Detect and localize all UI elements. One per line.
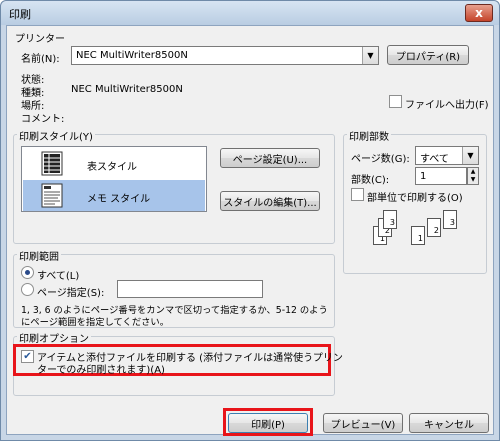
page-icon: 3 <box>443 210 457 229</box>
type-value: NEC MultiWriter8500N <box>71 84 183 95</box>
range-all-radio[interactable] <box>21 266 34 279</box>
chevron-down-icon[interactable]: ▼ <box>468 176 478 184</box>
window-title: 印刷 <box>9 8 31 21</box>
collate-label[interactable]: 部単位で印刷する(O) <box>367 189 463 204</box>
comment-label: コメント: <box>21 114 65 125</box>
printer-name-value: NEC MultiWriter8500N <box>76 50 188 61</box>
print-style-list[interactable]: 表スタイル メモ スタイル <box>21 146 207 212</box>
attachments-checkbox[interactable]: ✔ <box>21 350 34 363</box>
copies-input[interactable]: 1 <box>415 167 467 185</box>
dialog-body: プリンター 名前(N): NEC MultiWriter8500N ▼ プロパテ… <box>6 25 494 436</box>
print-range-group-label: 印刷範囲 <box>17 248 61 263</box>
range-hint-line2: にページ範囲を指定してください。 <box>21 317 170 328</box>
pages-label: ページ数(G): <box>351 154 410 165</box>
copies-spinner[interactable]: ▲ ▼ <box>467 167 479 185</box>
chevron-down-icon[interactable]: ▼ <box>362 47 378 64</box>
print-style-group-label: 印刷スタイル(Y) <box>17 128 95 143</box>
memo-style-icon <box>41 183 63 208</box>
properties-button[interactable]: プロパティ(R) <box>387 45 469 65</box>
print-dialog: 印刷 x プリンター 名前(N): NEC MultiWriter8500N ▼… <box>0 0 500 441</box>
table-style-icon <box>41 151 63 176</box>
print-button[interactable]: 印刷(P) <box>228 413 308 433</box>
print-options-group-label: 印刷オプション <box>17 330 91 345</box>
range-all-label[interactable]: すべて(L) <box>37 267 79 282</box>
printer-name-select[interactable]: NEC MultiWriter8500N ▼ <box>71 46 379 65</box>
pages-value: すべて <box>420 154 449 165</box>
collate-checkbox[interactable] <box>351 188 364 201</box>
list-item[interactable]: メモ スタイル <box>23 180 205 211</box>
list-item-label: メモ スタイル <box>87 194 151 205</box>
chevron-down-icon[interactable]: ▼ <box>462 147 478 164</box>
page-setup-button[interactable]: ページ設定(U)... <box>220 148 320 168</box>
list-item-label: 表スタイル <box>87 162 137 173</box>
print-to-file-label[interactable]: ファイルへ出力(F) <box>405 96 489 111</box>
copies-group-label: 印刷部数 <box>347 128 391 143</box>
printer-name-label: 名前(N): <box>21 54 60 65</box>
close-button[interactable]: x <box>465 4 493 22</box>
printer-group-label: プリンター <box>15 34 65 45</box>
page-icon: 2 <box>427 218 441 237</box>
print-to-file-checkbox[interactable] <box>389 95 402 108</box>
collate-preview: 1 2 3 1 2 3 <box>367 210 467 248</box>
copies-label: 部数(C): <box>351 175 390 186</box>
title-bar[interactable]: 印刷 x <box>1 1 499 25</box>
list-item[interactable]: 表スタイル <box>23 148 205 179</box>
chevron-up-icon[interactable]: ▲ <box>468 168 478 176</box>
page-icon: 3 <box>383 210 397 229</box>
pages-select[interactable]: すべて ▼ <box>415 146 479 165</box>
cancel-button[interactable]: キャンセル <box>409 413 489 433</box>
edit-style-button[interactable]: スタイルの編集(T)... <box>220 191 320 211</box>
copies-value: 1 <box>420 171 427 182</box>
page-icon: 1 <box>411 226 425 245</box>
page-range-input[interactable] <box>117 280 263 298</box>
range-pages-label[interactable]: ページ指定(S): <box>37 284 104 299</box>
attachments-label-line2[interactable]: ターでのみ印刷されます)(A) <box>37 361 165 376</box>
preview-button[interactable]: プレビュー(V) <box>323 413 403 433</box>
range-pages-radio[interactable] <box>21 283 34 296</box>
